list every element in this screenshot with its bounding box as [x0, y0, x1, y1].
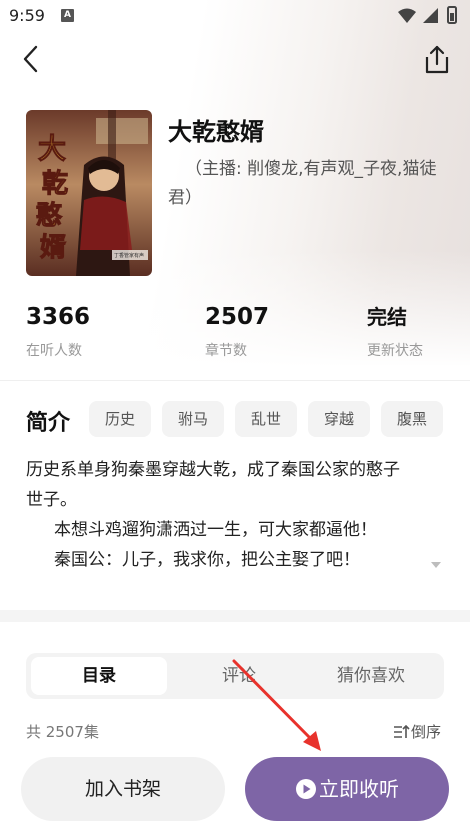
tag-chaos[interactable]: 乱世 [235, 401, 297, 437]
add-to-shelf-button[interactable]: 加入书架 [21, 757, 225, 821]
stat-update-status: 完结 更新状态 [367, 303, 423, 360]
back-button[interactable] [18, 42, 46, 76]
stat-label: 章节数 [205, 343, 247, 359]
intro-line: 历史系单身狗秦墨穿越大乾，成了秦国公家的憨子 [26, 460, 400, 480]
episode-count: 共 2507集 [26, 723, 99, 741]
stat-value: 完结 [367, 305, 407, 329]
section-divider [0, 380, 470, 381]
signal-icon [423, 8, 438, 23]
notification-icon: A [61, 9, 74, 22]
section-gap [0, 610, 470, 622]
svg-text:婿: 婿 [40, 233, 66, 263]
stat-chapters: 2507 章节数 [205, 303, 269, 360]
svg-text:大: 大 [38, 132, 66, 165]
status-icons [398, 6, 457, 24]
share-button[interactable] [423, 44, 451, 76]
status-time: 9:59 [9, 6, 45, 25]
tag-consort[interactable]: 驸马 [162, 401, 224, 437]
intro-line: 本想斗鸡遛狗潇洒过一生，可大家都逼他！ [54, 520, 377, 540]
svg-text:乾: 乾 [42, 169, 68, 199]
stat-listeners: 3366 在听人数 [26, 303, 90, 360]
sort-label: 倒序 [411, 723, 442, 741]
sort-button[interactable]: 倒序 [393, 721, 441, 742]
intro-text[interactable]: 历史系单身狗秦墨穿越大乾，成了秦国公家的憨子 世子。 本想斗鸡遛狗潇洒过一生，可… [26, 455, 446, 575]
sort-icon [394, 724, 410, 738]
book-title: 大乾憨婿 [168, 118, 264, 146]
book-cover[interactable]: 大 乾 憨 婿 丁香管家有声 [26, 110, 152, 276]
wifi-icon [398, 8, 416, 23]
listen-now-button[interactable]: 立即收听 [245, 757, 449, 821]
stat-value: 3366 [26, 304, 91, 330]
play-circle-icon [296, 779, 316, 799]
stat-value: 2507 [205, 304, 270, 330]
book-host: （主播: 削傻龙,有声观_子夜,猫徒君） [168, 159, 437, 208]
svg-text:憨: 憨 [36, 201, 63, 231]
caret-down-icon[interactable] [431, 562, 441, 568]
listen-now-label: 立即收听 [319, 777, 399, 801]
tab-comments[interactable]: 评论 [171, 657, 307, 695]
tag-time-travel[interactable]: 穿越 [308, 401, 370, 437]
tag-history[interactable]: 历史 [89, 401, 151, 437]
intro-heading: 简介 [26, 411, 71, 436]
intro-line: 世子。 [26, 490, 77, 510]
tab-recommendations[interactable]: 猜你喜欢 [303, 657, 439, 695]
tag-cunning[interactable]: 腹黑 [381, 401, 443, 437]
tab-catalog[interactable]: 目录 [31, 657, 167, 695]
stat-label: 更新状态 [367, 343, 423, 359]
bottom-action-bar: 加入书架 立即收听 [0, 742, 470, 835]
stat-label: 在听人数 [26, 343, 82, 359]
status-bar: 9:59 A [0, 0, 470, 32]
intro-line: 秦国公：儿子，我求你，把公主娶了吧！ [54, 550, 360, 570]
svg-text:丁香管家有声: 丁香管家有声 [114, 252, 144, 259]
tab-bar: 目录 评论 猜你喜欢 [26, 653, 444, 699]
